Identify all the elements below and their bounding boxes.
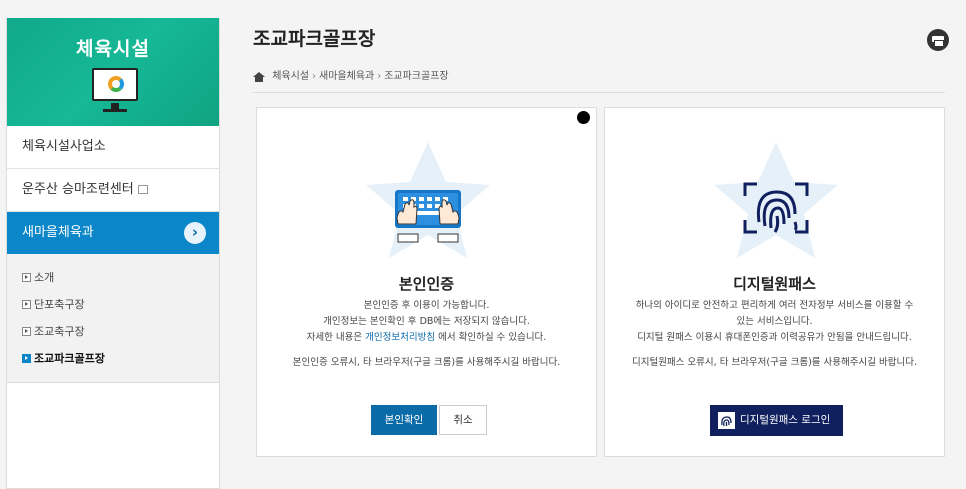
cancel-button[interactable]: 취소 (439, 405, 487, 435)
sidebar: 체육시설 체육시설사업소 운주산 승마조련센터 새마을체육과 › 소개 단포축구… (6, 18, 220, 489)
bullet-icon (22, 354, 31, 363)
submenu-item-danpo-soccer[interactable]: 단포축구장 (22, 291, 219, 318)
chevron-right-icon[interactable]: › (184, 222, 206, 244)
card-note: 본인인증 오류시, 타 브라우저(구글 크롬)를 사용해주시길 바랍니다. (292, 357, 561, 368)
card-note: 디지털원패스 오류시, 타 브라우저(구글 크롬)를 사용해주시길 바랍니다. (631, 357, 918, 368)
card-description: 하나의 아이디로 안전하고 편리하게 여러 전자정부 서비스를 이용할 수 있는… (635, 300, 914, 343)
digital-onepass-card: 디지털원패스 하나의 아이디로 안전하고 편리하게 여러 전자정부 서비스를 이… (604, 107, 945, 457)
identity-confirm-button[interactable]: 본인확인 (371, 405, 437, 435)
bullet-icon (22, 300, 31, 309)
onepass-login-button[interactable]: 디지털원패스 로그인 (710, 405, 843, 436)
breadcrumb: 체육시설 › 새마을체육과 › 조교파크골프장 (253, 67, 449, 82)
breadcrumb-item: 조교파크골프장 (384, 71, 449, 82)
submenu: 소개 단포축구장 조교축구장 조교파크골프장 (7, 254, 219, 383)
submenu-item-jogyo-parkgolf[interactable]: 조교파크골프장 (22, 345, 219, 372)
bullet-icon (22, 273, 31, 282)
sidebar-item-horse-riding-center[interactable]: 운주산 승마조련센터 (7, 169, 219, 212)
page-title: 조교파크골프장 (253, 28, 376, 50)
home-icon[interactable] (253, 72, 265, 82)
sidebar-item-saemaeul-sports[interactable]: 새마을체육과 › (7, 212, 219, 254)
fingerprint-icon (718, 412, 735, 429)
sidebar-item-label: 새마을체육과 (22, 225, 94, 240)
status-dot (577, 111, 590, 124)
card-description: 본인인증 후 이용이 가능합니다. 개인정보는 본인확인 후 DB에는 저장되지… (306, 300, 547, 343)
identity-card: 본인인증 본인인증 후 이용이 가능합니다. 개인정보는 본인확인 후 DB에는… (256, 107, 597, 457)
sidebar-item-facilities-office[interactable]: 체육시설사업소 (7, 126, 219, 169)
breadcrumb-item[interactable]: 체육시설 (272, 71, 309, 82)
monitor-icon (92, 68, 138, 101)
print-icon[interactable] (927, 29, 949, 51)
sidebar-title: 체육시설 (76, 38, 150, 60)
bullet-icon (22, 327, 31, 336)
sidebar-header: 체육시설 (7, 18, 219, 126)
fingerprint-icon (714, 142, 838, 258)
divider (253, 92, 945, 93)
sidebar-item-label: 체육시설사업소 (22, 139, 106, 154)
submenu-item-jogyo-soccer[interactable]: 조교축구장 (22, 318, 219, 345)
breadcrumb-item[interactable]: 새마을체육과 (319, 71, 374, 82)
onepass-login-label: 디지털원패스 로그인 (740, 414, 831, 426)
external-window-icon (137, 185, 148, 194)
submenu-item-intro[interactable]: 소개 (22, 264, 219, 291)
keyboard-hands-icon (366, 142, 490, 258)
card-title: 본인인증 (398, 275, 455, 293)
sidebar-item-label: 운주산 승마조련센터 (22, 182, 134, 197)
card-title: 디지털원패스 (733, 275, 816, 293)
privacy-policy-link[interactable]: 개인정보처리방침 (365, 332, 435, 343)
